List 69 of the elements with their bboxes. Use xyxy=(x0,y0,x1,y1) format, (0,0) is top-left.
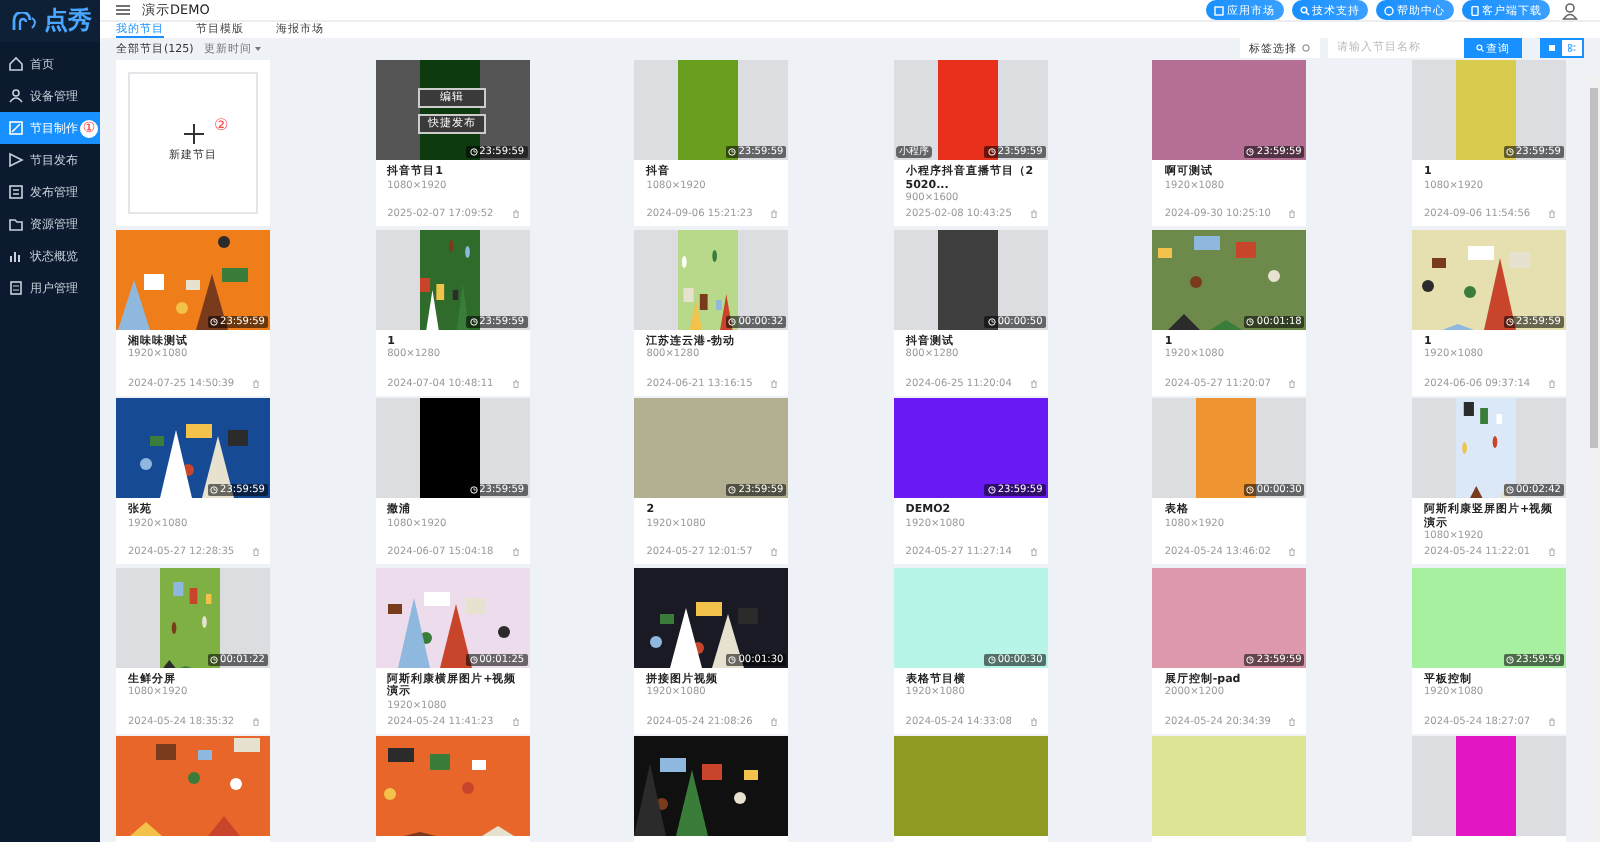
person-icon xyxy=(8,88,24,104)
trash-icon[interactable] xyxy=(1547,717,1556,725)
chart-icon xyxy=(8,248,24,264)
clock-icon xyxy=(728,148,737,156)
scrollbar[interactable] xyxy=(1588,76,1600,842)
clock-icon xyxy=(1246,317,1255,325)
phone-icon xyxy=(1469,5,1479,15)
trash-icon[interactable] xyxy=(1029,548,1038,556)
trash-icon[interactable] xyxy=(1288,210,1297,218)
clock-icon xyxy=(987,317,996,325)
list-view-button[interactable] xyxy=(1562,40,1582,56)
clock-icon xyxy=(987,148,996,156)
home-icon xyxy=(8,56,24,72)
clock-icon xyxy=(469,486,478,494)
clock-icon xyxy=(987,655,996,663)
trash-icon[interactable] xyxy=(1288,717,1297,725)
list-icon xyxy=(1568,44,1576,52)
trash-icon[interactable] xyxy=(511,717,520,725)
clock-icon xyxy=(1506,655,1514,663)
trash-icon[interactable] xyxy=(1029,379,1038,387)
list-icon xyxy=(8,184,24,200)
folder-icon xyxy=(8,216,24,232)
clock-icon xyxy=(728,655,737,663)
trash-icon[interactable] xyxy=(770,379,779,387)
trash-icon[interactable] xyxy=(1547,379,1556,387)
caret-icon xyxy=(254,45,263,51)
trash-icon[interactable] xyxy=(252,548,260,556)
clock-icon xyxy=(1246,486,1255,494)
clock-icon xyxy=(1506,148,1514,156)
square-icon xyxy=(1214,5,1224,15)
clock-icon xyxy=(728,486,737,494)
clock-icon xyxy=(469,317,478,325)
clock-icon xyxy=(469,655,478,663)
clock-icon xyxy=(1246,148,1255,156)
trash-icon[interactable] xyxy=(770,548,779,556)
clock-icon xyxy=(987,486,996,494)
trash-icon[interactable] xyxy=(1288,379,1297,387)
trash-icon[interactable] xyxy=(1547,548,1556,556)
trash-icon[interactable] xyxy=(1547,210,1556,218)
clock-icon xyxy=(210,317,219,325)
step-number: ② xyxy=(214,118,229,134)
clock-icon xyxy=(728,317,737,325)
trash-icon[interactable] xyxy=(770,717,779,725)
trash-icon[interactable] xyxy=(252,379,260,387)
grid-view-button[interactable] xyxy=(1542,40,1562,56)
trash-icon[interactable] xyxy=(511,548,520,556)
trash-icon[interactable] xyxy=(1029,210,1038,218)
search-icon xyxy=(1475,44,1483,52)
clock-icon xyxy=(1246,655,1255,663)
clock-icon xyxy=(1506,486,1514,494)
trash-icon[interactable] xyxy=(1288,548,1297,556)
plus-icon xyxy=(183,124,203,144)
grid-icon xyxy=(1548,44,1556,52)
send-icon xyxy=(8,152,24,168)
trash-icon[interactable] xyxy=(770,210,779,218)
trash-icon[interactable] xyxy=(1029,717,1038,725)
logo-text: 点秀 xyxy=(44,4,92,38)
clock-icon xyxy=(1506,317,1514,325)
circle-icon xyxy=(1384,5,1394,15)
menu-icon[interactable] xyxy=(116,4,130,16)
trash-icon[interactable] xyxy=(511,210,520,218)
edit-icon xyxy=(8,120,24,136)
trash-icon[interactable] xyxy=(252,717,260,725)
search-icon xyxy=(1299,5,1309,15)
clock-icon xyxy=(210,655,219,663)
logo-icon xyxy=(12,11,40,31)
clock-icon xyxy=(469,148,478,156)
clock-icon xyxy=(210,486,219,494)
trash-icon[interactable] xyxy=(511,379,520,387)
